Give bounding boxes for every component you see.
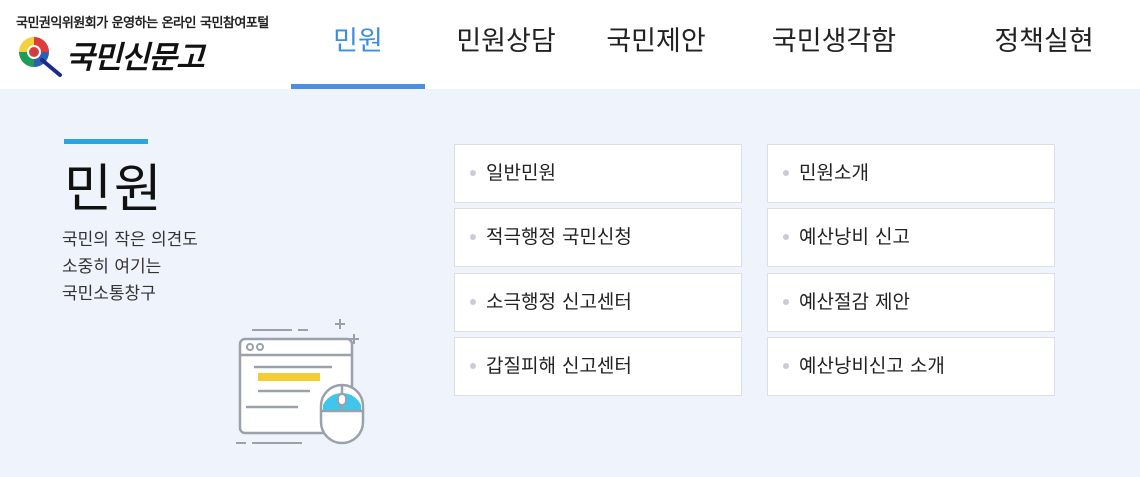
menu-item-label: 적극행정 국민신청 <box>486 226 632 248</box>
bullet-icon <box>470 234 476 240</box>
bullet-icon <box>470 299 476 305</box>
emblem-magnifier-icon <box>19 37 62 77</box>
menu-item-abuse-report[interactable]: 갑질피해 신고센터 <box>454 337 742 396</box>
nav-item-public-opinion[interactable]: 국민생각함 <box>767 0 901 89</box>
bullet-icon <box>783 363 789 369</box>
nav-item-minwon[interactable]: 민원 <box>291 0 425 89</box>
menu-item-label: 민원소개 <box>799 162 869 184</box>
bullet-icon <box>783 299 789 305</box>
section-description: 국민의 작은 의견도 소중히 여기는 국민소통창구 <box>62 227 198 308</box>
bullet-icon <box>783 170 789 176</box>
menu-item-label: 예산낭비신고 소개 <box>799 355 945 377</box>
logo-name: 국민신문고 <box>66 40 205 76</box>
site-header: 국민권익위원회가 운영하는 온라인 국민참여포털 국민신문고 민원 민원상담 국… <box>0 0 1140 89</box>
nav-item-consultation[interactable]: 민원상담 <box>451 0 561 89</box>
menu-item-label: 예산절감 제안 <box>799 291 910 313</box>
logo-tagline: 국민권익위원회가 운영하는 온라인 국민참여포털 <box>16 16 269 31</box>
menu-item-proactive-administration[interactable]: 적극행정 국민신청 <box>454 208 742 267</box>
bullet-icon <box>783 234 789 240</box>
menu-item-passive-administration-report[interactable]: 소극행정 신고센터 <box>454 273 742 332</box>
menu-item-label: 소극행정 신고센터 <box>486 291 632 313</box>
menu-item-complaint-intro[interactable]: 민원소개 <box>767 144 1055 203</box>
section-description-line: 국민소통창구 <box>62 284 156 304</box>
nav-item-policy[interactable]: 정책실현 <box>988 0 1100 89</box>
section-title-bar <box>64 139 148 144</box>
menu-item-budget-waste-report[interactable]: 예산낭비 신고 <box>767 208 1055 267</box>
bullet-icon <box>470 170 476 176</box>
section-description-line: 소중히 여기는 <box>62 257 162 277</box>
menu-item-budget-saving-proposal[interactable]: 예산절감 제안 <box>767 273 1055 332</box>
nav-item-proposal[interactable]: 국민제안 <box>599 0 713 89</box>
site-logo[interactable]: 국민권익위원회가 운영하는 온라인 국민참여포털 국민신문고 <box>14 10 324 82</box>
menu-item-budget-waste-intro[interactable]: 예산낭비신고 소개 <box>767 337 1055 396</box>
menu-item-label: 일반민원 <box>486 162 556 184</box>
section-title: 민원 <box>64 160 164 220</box>
browser-window-mouse-icon <box>236 319 365 445</box>
section-description-line: 국민의 작은 의견도 <box>62 230 198 250</box>
bullet-icon <box>470 363 476 369</box>
mega-menu-panel: 민원 국민의 작은 의견도 소중히 여기는 국민소통창구 일반민원 적극행정 국… <box>0 89 1140 477</box>
menu-item-label: 갑질피해 신고센터 <box>486 355 632 377</box>
menu-item-general-complaint[interactable]: 일반민원 <box>454 144 742 203</box>
menu-item-label: 예산낭비 신고 <box>799 226 910 248</box>
